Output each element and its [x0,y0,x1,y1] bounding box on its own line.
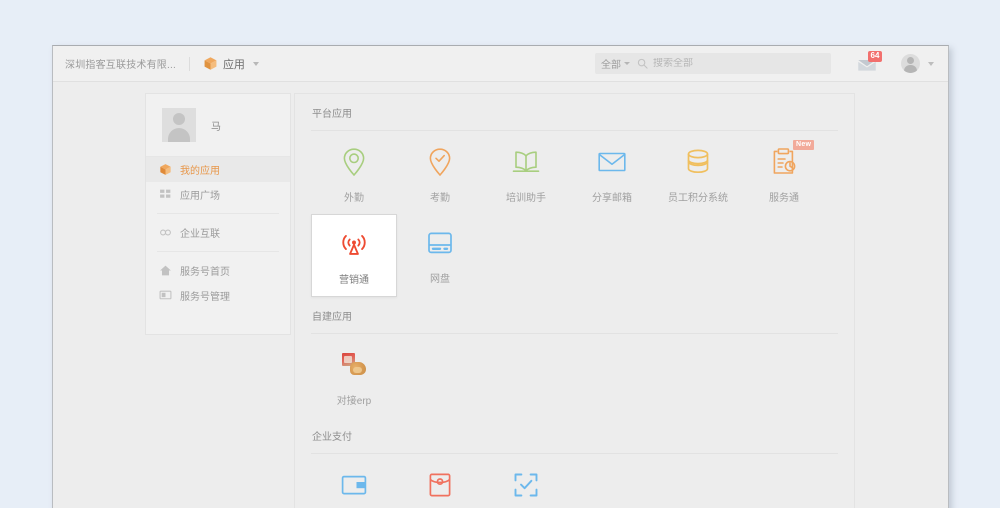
app-tile-selected[interactable]: 营销通 [311,214,397,297]
app-label: 对接erp [336,396,372,407]
section-divider [311,453,838,454]
section-title: 企业支付 [312,432,352,443]
open-book-icon [511,147,541,177]
sidebar-item-label: 服务号管理 [180,292,230,303]
profile-name: 马 [211,121,221,133]
app-tile[interactable]: 培训助手 [483,133,569,214]
location-pin-icon [339,147,369,177]
search-input[interactable] [653,58,813,69]
page-body: 马 我的应用 应用广场 企业互联 服务号首页 服务号管理 平台应用 外勤 考勤 … [53,82,948,508]
hard-drive-icon [425,228,455,258]
mail-button[interactable]: 64 [857,50,882,74]
sidebar-item-label: 企业互联 [180,229,220,240]
organization-name: 深圳指客互联技术有限... [65,60,176,71]
app-tile[interactable]: 企业红包 [397,456,483,508]
nav-divider [188,56,190,71]
app-grid-custom: 对接erp [311,336,838,417]
cube-icon [203,56,218,71]
app-tile[interactable]: 考勤 [397,133,483,214]
sidebar-item-enterprise-connect[interactable]: 企业互联 [146,220,290,245]
app-label: 考勤 [430,193,450,204]
chevron-down-icon[interactable] [624,62,630,65]
sidebar-profile[interactable]: 马 [146,94,290,157]
scan-check-icon [511,470,541,500]
app-label: 营销通 [339,275,369,286]
sidebar-item-label: 应用广场 [180,191,220,202]
app-label: 服务通 [769,193,799,204]
erp-package-icon [339,350,369,380]
app-tile[interactable]: 分享邮箱 [569,133,655,214]
section-divider [311,130,838,131]
app-tile[interactable]: 员工积分系统 [655,133,741,214]
link-icon [159,226,172,239]
search-bar[interactable]: 全部 [595,53,831,74]
red-packet-icon [425,470,455,500]
grid-apps-icon [159,188,172,201]
avatar[interactable] [901,54,920,73]
app-tile[interactable]: 企业钱包 [311,456,397,508]
app-label: 培训助手 [506,193,546,204]
app-tile[interactable]: 对接erp [311,336,397,417]
chevron-down-icon [252,61,259,66]
chevron-down-icon[interactable] [928,61,934,66]
check-pin-icon [425,147,455,177]
wallet-icon [339,470,369,500]
mail-badge-count: 64 [868,50,882,62]
sidebar: 马 我的应用 应用广场 企业互联 服务号首页 服务号管理 [145,93,291,335]
sidebar-item-app-market[interactable]: 应用广场 [146,182,290,207]
user-menu-button[interactable] [901,54,934,73]
database-icon [683,147,713,177]
page-backdrop: 深圳指客互联技术有限... 应用 全部 搜索全部 64 马 我的应用 应用广场 … [0,0,1000,508]
broadcast-icon [339,229,369,259]
main-content: 平台应用 外勤 考勤 培训助手 分享邮箱 员工积分系统 New 服务通 营销通 … [294,93,855,508]
cube-icon [159,163,172,176]
topbar-right-group: 全部 搜索全部 64 [595,50,934,74]
section-title: 自建应用 [312,312,352,323]
app-menu-button[interactable]: 应用 [203,56,259,72]
app-label: 外勤 [344,193,364,204]
section-title: 平台应用 [312,109,352,120]
sidebar-item-my-apps[interactable]: 我的应用 [146,157,290,182]
envelope-icon [597,147,627,177]
avatar[interactable] [162,108,196,142]
sidebar-item-service-home[interactable]: 服务号首页 [146,258,290,283]
clipboard-tool-icon [769,147,799,177]
app-grid-payment: 企业钱包 企业红包 [311,456,838,508]
app-label: 网盘 [430,274,450,285]
manage-icon [159,289,172,302]
app-grid-platform: 外勤 考勤 培训助手 分享邮箱 员工积分系统 New 服务通 营销通 网盘 [311,133,838,297]
app-label: 分享邮箱 [592,193,632,204]
sidebar-item-label: 我的应用 [180,166,220,177]
sidebar-item-label: 服务号首页 [180,267,230,278]
home-icon [159,264,172,277]
search-scope-label[interactable]: 全部 [601,56,621,71]
app-label: 员工积分系统 [668,193,728,204]
section-divider [311,333,838,334]
search-icon [637,58,653,69]
app-tile[interactable]: 网盘 [397,214,483,297]
sidebar-item-service-manage[interactable]: 服务号管理 [146,283,290,308]
app-menu-label: 应用 [222,58,245,71]
browser-window: 深圳指客互联技术有限... 应用 全部 搜索全部 64 马 我的应用 应用广场 … [52,45,949,508]
sidebar-divider [157,213,279,214]
app-tile[interactable]: 外勤 [311,133,397,214]
top-navigation-bar: 深圳指客互联技术有限... 应用 全部 搜索全部 64 [53,46,948,82]
app-tile[interactable]: 扫码收款 [483,456,569,508]
sidebar-divider [157,251,279,252]
app-tile[interactable]: New 服务通 [741,133,827,214]
